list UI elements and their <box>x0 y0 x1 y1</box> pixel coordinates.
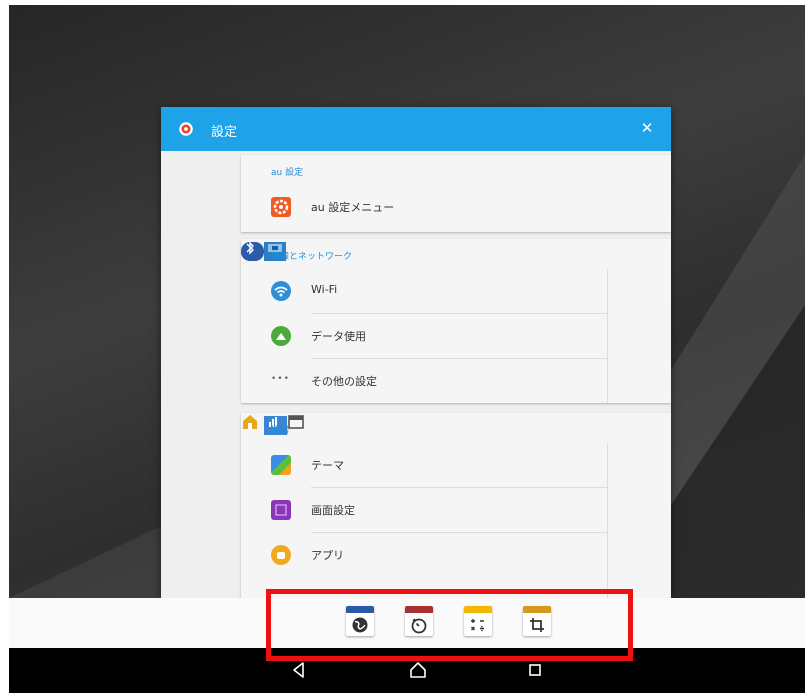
list-item-more-settings[interactable]: ••• その他の設定 <box>241 359 671 403</box>
au-gear-icon <box>271 197 291 217</box>
theme-icon <box>271 455 291 475</box>
window-title: 設定 <box>211 125 238 140</box>
recents-icon[interactable] <box>523 658 547 682</box>
list-item-data-usage[interactable]: データ使用 <box>241 314 671 358</box>
display-icon <box>271 500 291 520</box>
wifi-icon <box>271 281 291 301</box>
window-titlebar[interactable]: 設定 ✕ <box>161 107 671 151</box>
settings-gear-icon <box>179 122 193 136</box>
settings-window: 設定 ✕ au 設定 au 設定メニュー 無線とネットワーク Wi-Fi データ… <box>161 107 671 598</box>
list-item-label: アプリ <box>311 549 344 562</box>
section-header-au: au 設定 <box>271 168 304 178</box>
list-item-theme[interactable]: テーマ <box>241 443 671 487</box>
section-header-device: 機器 <box>271 426 290 436</box>
list-item-label: テーマ <box>311 459 344 472</box>
au-settings-card: au 設定 au 設定メニュー <box>241 155 671 232</box>
list-item-label: その他の設定 <box>311 375 377 388</box>
wireless-network-card: 無線とネットワーク Wi-Fi データ使用 ••• その他の設定 <box>241 239 671 403</box>
list-item-display[interactable]: 画面設定 <box>241 488 671 532</box>
list-item-au-menu[interactable]: au 設定メニュー <box>241 185 671 229</box>
storage-icon[interactable] <box>287 415 305 435</box>
settings-list[interactable]: au 設定 au 設定メニュー 無線とネットワーク Wi-Fi データ使用 ••… <box>241 151 671 598</box>
more-dots-icon: ••• <box>271 374 290 384</box>
back-icon[interactable] <box>287 658 311 682</box>
section-header-wireless: 無線とネットワーク <box>271 252 353 262</box>
home-icon[interactable] <box>241 415 264 435</box>
list-item-label: Wi-Fi <box>311 283 338 296</box>
device-card: 機器 テーマ 画面設定 アプリ <box>241 413 671 598</box>
home-nav-icon[interactable] <box>406 658 430 682</box>
bluetooth-icon[interactable] <box>241 241 265 261</box>
list-item-label: 画面設定 <box>311 504 355 517</box>
list-item-apps[interactable]: アプリ <box>241 533 671 577</box>
data-usage-icon <box>271 326 291 346</box>
highlight-box <box>266 589 633 661</box>
close-button[interactable]: ✕ <box>637 118 657 138</box>
left-pane <box>161 151 241 598</box>
apps-icon <box>271 545 291 565</box>
list-item-label: au 設定メニュー <box>311 201 395 214</box>
list-item-label: データ使用 <box>311 330 366 343</box>
list-item-wifi[interactable]: Wi-Fi <box>241 269 671 313</box>
